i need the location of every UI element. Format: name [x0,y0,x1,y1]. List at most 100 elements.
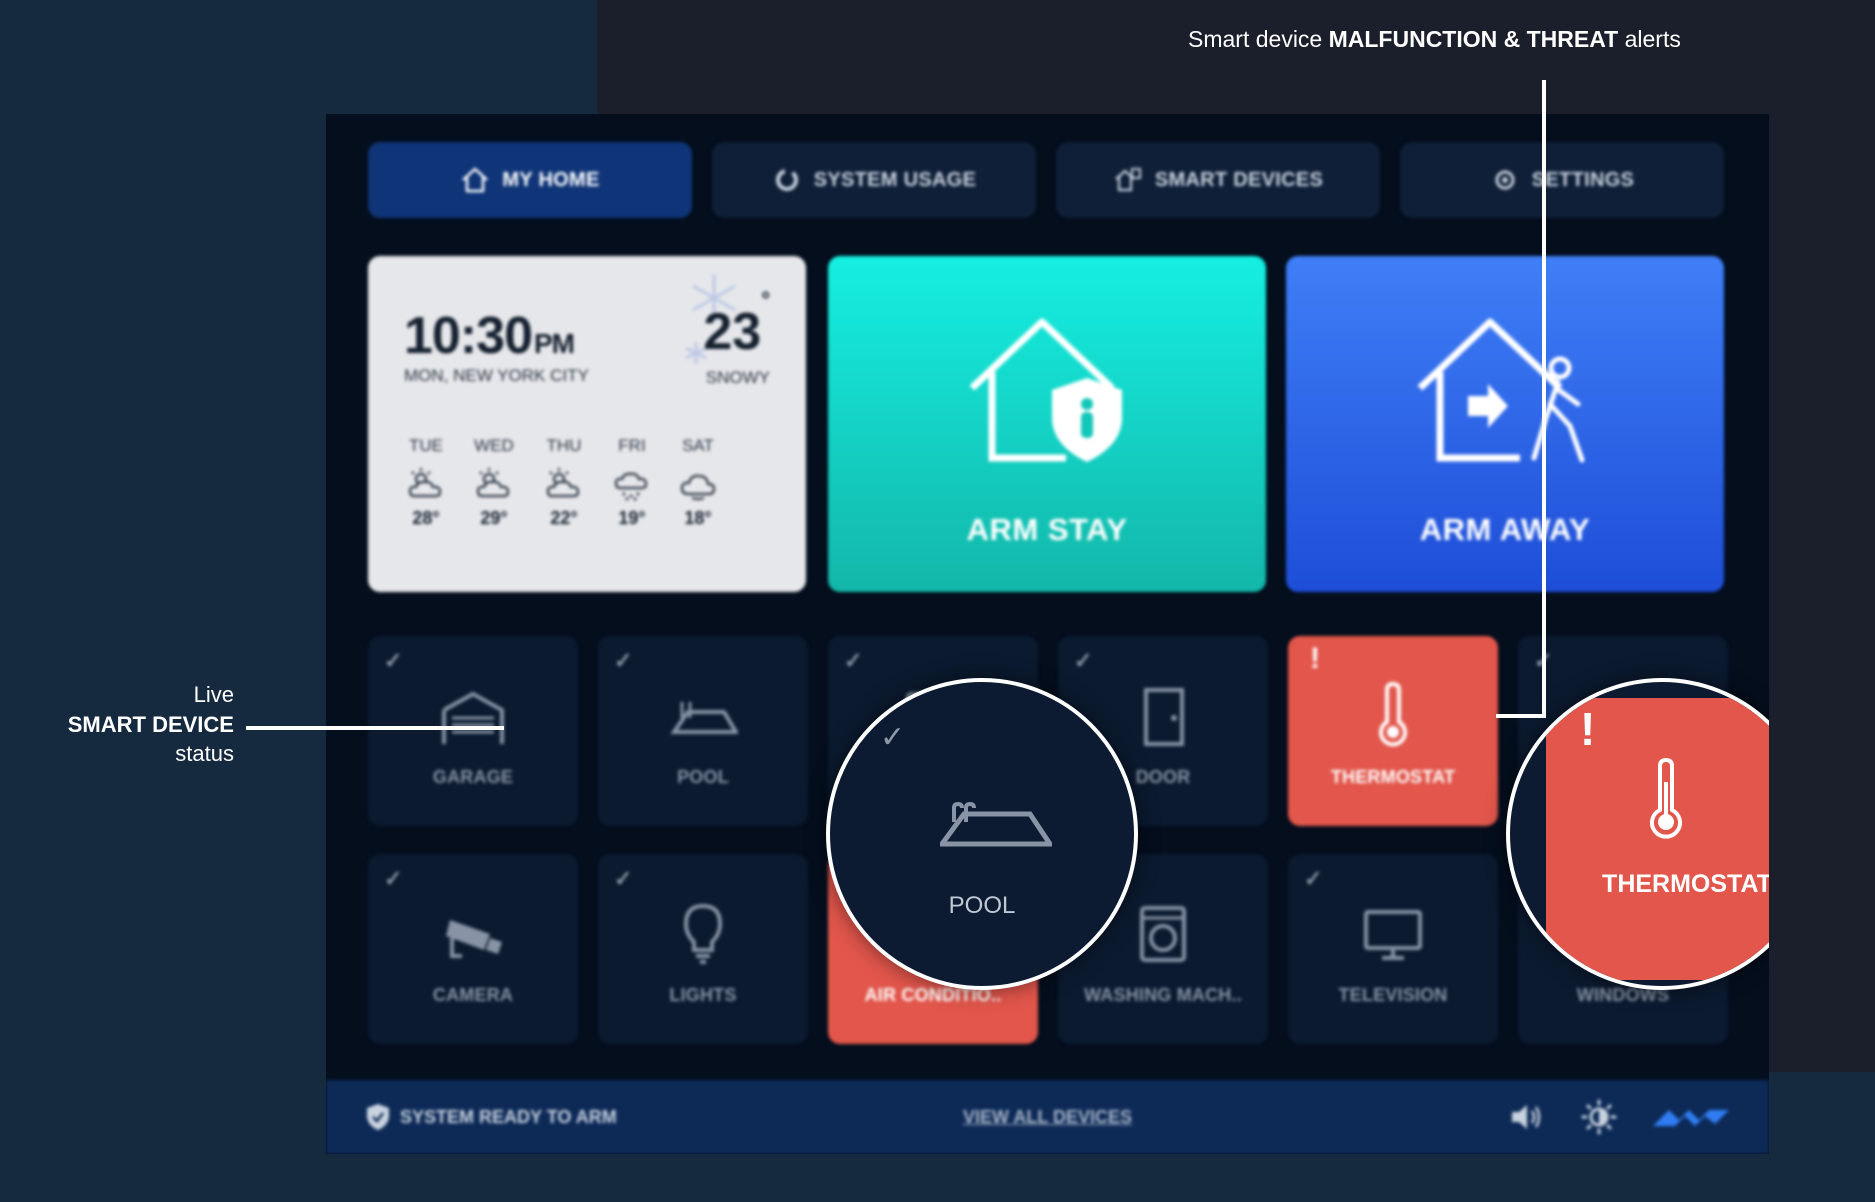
forecast-temp: 19° [618,508,646,528]
weather-card: 10:30PM MON, NEW YORK CITY 23° SNOWY TUE… [368,256,806,592]
device-name: THERMOSTAT [1330,767,1456,787]
degree-symbol: ° [761,286,770,312]
brightness-icon[interactable] [1581,1099,1617,1135]
gear-icon [1495,170,1515,190]
washer-icon [1140,906,1186,962]
callout-status: Live SMART DEVICE status [0,680,234,769]
forecast-day: WED 29° [464,436,524,529]
weather-condition: SNOWY [705,368,770,387]
arm-away-label: ARM AWAY [1419,512,1591,547]
camera-icon [446,920,502,958]
device-name: GARAGE [432,767,514,787]
house-walk-away-icon [1417,318,1585,463]
usage-icon [775,169,798,191]
alert-callout-line-horizontal [1496,714,1546,718]
forecast-temp: 29° [480,508,508,528]
view-all-devices-link[interactable]: VIEW ALL DEVICES [963,1107,1132,1128]
cloud-icon [680,474,716,501]
check-icon: ✓ [614,648,633,673]
arm-stay-label: ARM STAY [966,512,1128,547]
forecast-day: TUE 28° [396,436,456,529]
thermostat-alert-icon: ! [1580,703,1596,755]
forecast-day-label: WED [474,436,514,455]
partly-cloudy-icon [408,468,442,498]
forecast-day-label: SAT [682,436,714,455]
current-temperature-value: 23 [703,303,762,361]
arm-stay-button[interactable]: ARM STAY [828,256,1266,592]
device-tile-thermostat[interactable]: ! THERMOSTAT [1288,636,1498,826]
forecast-day: FRI 19° [602,436,662,529]
home-icon [462,167,489,193]
device-name: AIR CONDITIO.. [864,985,1002,1005]
pool-tile-zoom[interactable]: ✓ POOL [830,682,1134,986]
tab-my-home-label: MY HOME [502,168,600,191]
house-shield-icon [969,318,1122,462]
tab-settings[interactable]: SETTINGS [1400,142,1724,218]
brand-logo-icon [1653,1110,1729,1126]
thermometer-icon-large [1650,758,1682,839]
check-icon: ✓ [844,648,863,673]
callout-alerts-suffix: alerts [1618,26,1681,52]
door-icon [1144,688,1184,746]
thermostat-label-large: THERMOSTAT [1602,870,1769,898]
partly-cloudy-icon [546,468,580,498]
forecast-day-label: FRI [618,436,646,455]
callout-alerts-bold: MALFUNCTION & THREAT [1328,26,1619,52]
current-temperature: 23° [703,287,770,362]
tab-smart-devices-label: SMART DEVICES [1154,168,1324,191]
device-name: WASHING MACH.. [1084,985,1242,1005]
callout-status-line3: status [175,741,234,767]
check-icon: ✓ [1304,866,1323,891]
devices-icon [1115,168,1141,192]
check-icon: ✓ [384,866,403,891]
check-icon: ✓ [614,866,633,891]
thermostat-tile-zoom[interactable]: ! THERMOSTAT [1510,682,1769,986]
clock-time: 10:30PM [404,306,575,366]
device-name: WINDOWS [1576,985,1670,1005]
system-status-label: SYSTEM READY TO ARM [400,1106,617,1127]
device-name: CAMERA [432,985,514,1005]
device-name: POOL [677,767,729,787]
garage-icon [442,691,504,744]
device-tile-camera[interactable]: ✓ CAMERA [368,854,578,1044]
volume-icon[interactable] [1509,1102,1545,1132]
callout-status-bold: SMART DEVICE [67,711,234,737]
tab-my-home[interactable]: MY HOME [368,142,692,218]
pool-check-icon: ✓ [880,721,906,754]
pool-icon-large [940,802,1052,847]
bulb-icon [683,903,723,964]
arm-away-button[interactable]: ARM AWAY [1286,256,1724,592]
clock-time-value: 10:30 [404,307,533,365]
pool-icon [670,702,738,734]
partly-cloudy-icon [476,468,510,498]
tv-icon [1364,910,1422,960]
tab-smart-devices[interactable]: SMART DEVICES [1056,142,1380,218]
device-name: LIGHTS [669,985,737,1005]
tab-system-usage-label: SYSTEM USAGE [813,168,977,191]
status-footer: SYSTEM READY TO ARM VIEW ALL DEVICES [326,1080,1769,1154]
device-tile-garage[interactable]: ✓ GARAGE [368,636,578,826]
forecast-day-label: THU [546,436,582,455]
clock-ampm: PM [534,328,575,359]
tab-system-usage[interactable]: SYSTEM USAGE [712,142,1036,218]
forecast-temp: 18° [684,508,712,528]
device-tile-lights[interactable]: ✓ LIGHTS [598,854,808,1044]
device-tile-television[interactable]: ✓ TELEVISION [1288,854,1498,1044]
pool-magnifier: ✓ POOL [826,678,1138,990]
thermostat-magnifier: ! THERMOSTAT [1506,678,1769,990]
forecast-temp: 28° [412,508,440,528]
forecast-day-label: TUE [409,436,443,455]
pool-label-large: POOL [948,892,1016,919]
tab-settings-label: SETTINGS [1531,168,1635,191]
status-callout-line [246,726,504,730]
shield-check-icon [367,1104,389,1130]
alert-icon: ! [1310,642,1320,675]
footer-controls [1509,1099,1729,1135]
snow-cloud-icon [614,472,648,501]
forecast-day: SAT 18° [668,436,728,529]
device-tile-pool[interactable]: ✓ POOL [598,636,808,826]
callout-alerts-prefix: Smart device [1188,26,1329,52]
check-icon: ✓ [384,648,403,673]
callout-status-line1: Live [193,682,234,707]
thermometer-icon [1379,681,1407,747]
